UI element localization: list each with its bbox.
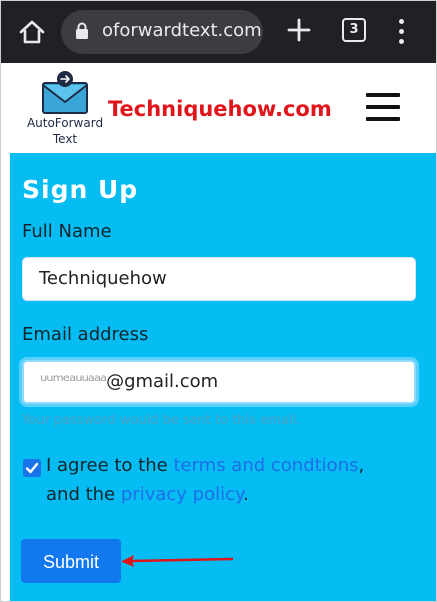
full-name-input[interactable]: Techniquehow bbox=[22, 257, 416, 301]
agree-prefix: I agree to the bbox=[46, 455, 168, 476]
full-name-label: Full Name bbox=[22, 221, 112, 242]
url-text: oforwardtext.com bbox=[102, 20, 262, 41]
site-header: AutoForward Text Techniquehow.com bbox=[1, 63, 436, 153]
red-pointer-arrow-icon bbox=[121, 555, 234, 567]
terms-link[interactable]: terms and condtions bbox=[173, 455, 358, 476]
address-bar[interactable]: oforwardtext.com bbox=[61, 10, 263, 54]
agree-period: . bbox=[243, 484, 249, 505]
screenshot-frame: oforwardtext.com 3 AutoForward Text Tech… bbox=[0, 0, 437, 602]
logo-line-2: Text bbox=[52, 132, 78, 146]
privacy-policy-link[interactable]: privacy policy bbox=[121, 484, 243, 505]
submit-button[interactable]: Submit bbox=[21, 539, 121, 583]
tab-switcher-button[interactable]: 3 bbox=[342, 18, 366, 42]
browser-toolbar: oforwardtext.com 3 bbox=[1, 1, 436, 63]
more-options-icon[interactable] bbox=[395, 17, 409, 47]
email-label: Email address bbox=[22, 324, 149, 345]
signup-form: Sign Up Full Name Techniquehow Email add… bbox=[10, 153, 436, 601]
full-name-value: Techniquehow bbox=[39, 268, 167, 289]
site-logo-text[interactable]: AutoForward Text bbox=[13, 115, 117, 147]
email-obscured-text: ᵘᵘᵐᵉᵃᵘᵘᵃᵃᵃ bbox=[40, 371, 107, 392]
new-tab-icon[interactable] bbox=[285, 16, 313, 44]
email-hint-text: Your password would be sent to this emai… bbox=[22, 413, 301, 428]
watermark-text: Techniquehow.com bbox=[108, 97, 332, 121]
agree-checkbox[interactable] bbox=[23, 459, 41, 477]
lock-icon bbox=[76, 22, 88, 39]
email-value: @gmail.com bbox=[106, 371, 219, 392]
form-title: Sign Up bbox=[22, 175, 139, 204]
logo-line-1: AutoForward bbox=[26, 116, 104, 130]
hamburger-menu-icon[interactable] bbox=[366, 93, 400, 123]
agree-text-line-1: I agree to the terms and condtions, bbox=[46, 455, 364, 476]
envelope-logo-icon[interactable] bbox=[41, 70, 89, 114]
email-input[interactable]: ᵘᵘᵐᵉᵃᵘᵘᵃᵃᵃ@gmail.com bbox=[22, 360, 416, 404]
agree-text-line-2: and the privacy policy. bbox=[46, 484, 249, 505]
home-icon[interactable] bbox=[18, 18, 46, 46]
agree-and: and the bbox=[46, 484, 116, 505]
agree-comma: , bbox=[358, 455, 365, 476]
